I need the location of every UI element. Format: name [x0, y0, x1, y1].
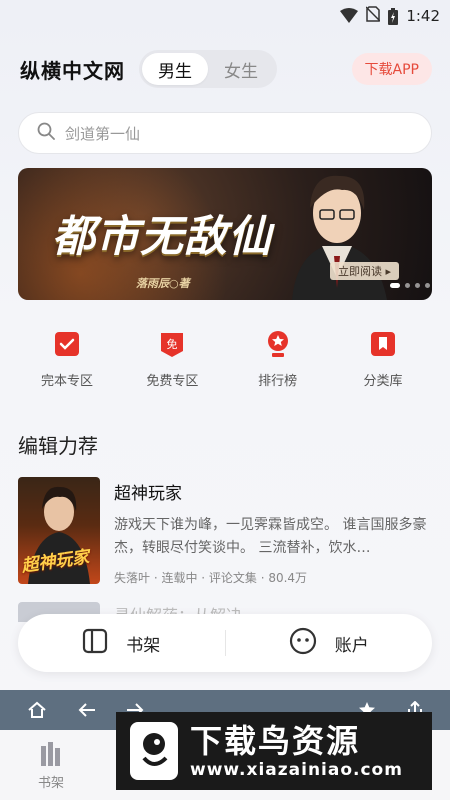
bird-logo-icon — [128, 721, 180, 781]
bottom-nav-shelf[interactable]: 书架 — [38, 742, 64, 791]
carousel-dot[interactable] — [415, 283, 420, 288]
watermark-title: 下载鸟资源 — [190, 722, 361, 760]
bottom-nav-label: 书架 — [38, 776, 65, 791]
check-badge-icon — [51, 328, 83, 360]
clock: 1:42 — [406, 7, 440, 25]
quick-nav-label: 完本专区 — [40, 374, 93, 389]
quick-nav-label: 分类库 — [363, 374, 403, 389]
quick-nav-completed[interactable]: 完本专区 — [23, 328, 111, 389]
account-icon — [289, 627, 317, 660]
battery-icon — [388, 7, 399, 25]
download-app-button[interactable]: 下载APP — [351, 53, 432, 85]
section-title: 编辑力荐 — [18, 434, 98, 458]
read-now-button[interactable]: 立即阅读 ▸ — [330, 262, 400, 280]
watermark-text: 下载鸟资源 www.xiazainiao.com — [190, 722, 403, 780]
bookshelf-icon — [82, 628, 108, 659]
book-title: 超神玩家 — [114, 484, 182, 504]
no-sim-icon — [365, 6, 381, 26]
watermark: 下载鸟资源 www.xiazainiao.com — [116, 712, 432, 790]
shelf-button[interactable]: 书架 — [18, 628, 225, 659]
book-cover: 超神玩家 — [18, 477, 100, 584]
bookmark-icon — [367, 328, 399, 360]
gender-switch: 男生 女生 — [139, 50, 277, 88]
carousel-dot[interactable] — [405, 283, 410, 288]
bookshelf-icon — [38, 742, 64, 770]
watermark-url: www.xiazainiao.com — [190, 760, 403, 780]
app-title: 纵横中文网 — [20, 58, 125, 83]
back-icon[interactable] — [76, 699, 98, 721]
book-card[interactable]: 超神玩家 超神玩家 游戏天下谁为峰，一见霁霖皆成空。 谁言国服多豪杰，转眼尽付笑… — [18, 477, 432, 587]
quick-nav-label: 免费专区 — [146, 374, 199, 389]
tab-male[interactable]: 男生 — [142, 53, 208, 85]
search-input[interactable]: 剑道第一仙 — [18, 112, 432, 154]
book-info: 超神玩家 游戏天下谁为峰，一见霁霖皆成空。 谁言国服多豪杰，转眼尽付笑谈中。 三… — [114, 477, 432, 587]
banner-title: 都市无敌仙 — [52, 212, 272, 262]
wifi-icon — [340, 8, 359, 24]
free-tag-icon: 免 — [156, 328, 188, 360]
account-label: 账户 — [334, 635, 369, 656]
floating-nav-bar: 书架 账户 — [18, 614, 432, 672]
search-placeholder: 剑道第一仙 — [65, 124, 141, 143]
banner-character-image — [292, 175, 387, 300]
quick-nav-free[interactable]: 免 免费专区 — [128, 328, 216, 389]
carousel-dot[interactable] — [425, 283, 430, 288]
header: 纵横中文网 男生 女生 下载APP — [20, 48, 432, 90]
shelf-label: 书架 — [126, 635, 161, 656]
carousel-dot[interactable] — [390, 283, 400, 288]
book-meta: 失落叶 · 连载中 · 评论文集 · 80.4万 — [114, 571, 308, 585]
banner-author: 落雨辰○著 — [136, 277, 190, 290]
quick-nav-ranking[interactable]: 排行榜 — [234, 328, 322, 389]
carousel-indicator — [390, 283, 430, 288]
search-icon — [37, 122, 55, 144]
quick-nav: 完本专区 免 免费专区 排行榜 分类库 — [18, 328, 432, 389]
svg-text:免: 免 — [167, 337, 178, 351]
quick-nav-label: 排行榜 — [258, 374, 298, 389]
status-bar: 1:42 — [0, 0, 450, 32]
quick-nav-category[interactable]: 分类库 — [339, 328, 427, 389]
tab-female[interactable]: 女生 — [208, 53, 274, 85]
trophy-icon — [262, 328, 294, 360]
promo-banner[interactable]: 都市无敌仙 落雨辰○著 立即阅读 ▸ — [18, 168, 432, 300]
book-description: 游戏天下谁为峰，一见霁霖皆成空。 谁言国服多豪杰，转眼尽付笑谈中。 三流替补，饮… — [114, 517, 427, 556]
home-icon[interactable] — [26, 699, 48, 721]
account-button[interactable]: 账户 — [226, 627, 433, 660]
